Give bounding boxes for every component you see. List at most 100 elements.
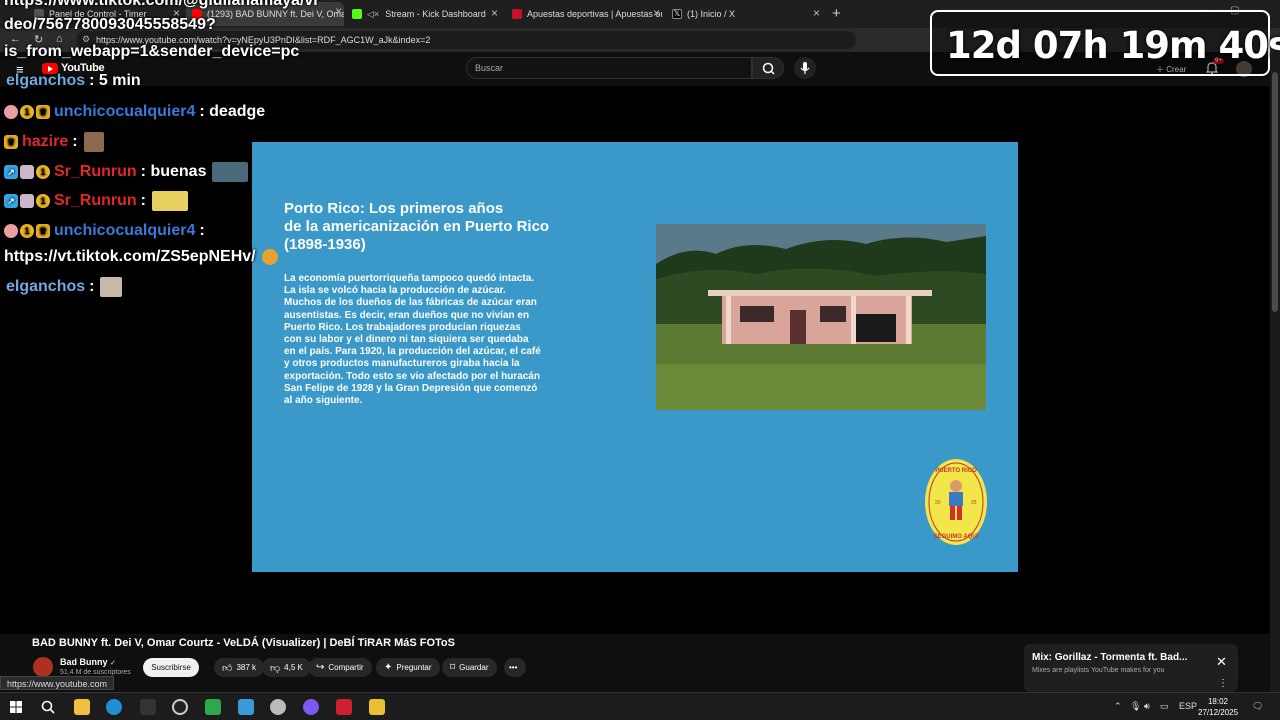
- tab-label: (1) Inicio / X: [687, 9, 736, 19]
- notification-center-icon[interactable]: 🗨︎: [1252, 701, 1263, 712]
- status-bar-url: https://www.youtube.com: [0, 676, 115, 690]
- chevron-up-icon[interactable]: ⌃: [1114, 701, 1122, 712]
- muted-speaker-icon[interactable]: ◁×: [367, 9, 379, 20]
- chat-text: :: [199, 222, 205, 239]
- bookmark-icon: ⌑: [450, 662, 456, 673]
- chat-username: unchicocualquier4: [54, 103, 196, 120]
- gold-badge-icon: 1: [20, 105, 34, 119]
- language-indicator[interactable]: ESP: [1179, 701, 1197, 711]
- share-button[interactable]: ↪ Compartir: [308, 658, 372, 677]
- cat-emote-icon: [83, 132, 104, 152]
- microphone-icon[interactable]: 🎙︎: [1130, 701, 1141, 712]
- gold-badge-icon: 1: [36, 194, 50, 208]
- countdown-timer-text: 12d 07h 19m 40s: [946, 24, 1280, 67]
- arrow-badge-icon: ↗: [4, 194, 18, 208]
- sparkle-icon: ✦: [384, 662, 393, 673]
- stream-chat-overlay: https://www.tiktok.com/@giulianamaya/vi …: [0, 0, 340, 300]
- chat-text: :: [72, 133, 78, 150]
- video-title: BAD BUNNY ft. Dei V, Omar Courtz - VeLDÁ…: [32, 637, 455, 649]
- like-button[interactable]: 👍︎ 387 k: [214, 658, 265, 677]
- scrollbar-thumb[interactable]: [1272, 72, 1278, 312]
- subscriber-badge-icon: [4, 224, 18, 238]
- kick-favicon-icon: [352, 9, 362, 19]
- close-icon[interactable]: ×: [653, 6, 660, 20]
- more-icon: •••: [509, 663, 518, 672]
- app-yellow-icon[interactable]: [369, 699, 385, 715]
- app-blue-icon[interactable]: [238, 699, 254, 715]
- share-label: Compartir: [328, 663, 364, 672]
- more-actions-button[interactable]: •••: [504, 658, 526, 677]
- subscriber-count: 51,4 M de suscriptores: [60, 669, 131, 676]
- new-tab-button[interactable]: +: [832, 5, 841, 22]
- voice-search-button[interactable]: [794, 57, 816, 79]
- windows-start-icon[interactable]: [8, 699, 24, 715]
- crown-badge-icon: ♛: [4, 135, 18, 149]
- channel-avatar[interactable]: [33, 657, 53, 677]
- tab-label: Apuestas deportivas | Apuestas on: [527, 9, 662, 19]
- tab-x[interactable]: 𝕏 (1) Inicio / X ×: [668, 4, 822, 24]
- file-explorer-icon[interactable]: [74, 699, 90, 715]
- close-icon[interactable]: ✕: [1216, 654, 1227, 670]
- obs-icon[interactable]: [172, 699, 188, 715]
- landscape-emote-icon: [212, 162, 249, 182]
- like-count: 387 k: [236, 663, 257, 672]
- close-icon[interactable]: ×: [813, 6, 820, 20]
- seal-top-text: PUERTO RICO: [935, 468, 977, 474]
- face-emote-icon: [100, 277, 123, 297]
- page-scrollbar[interactable]: [1270, 52, 1280, 692]
- app-gray-icon[interactable]: [270, 699, 286, 715]
- chat-text: : deadge: [199, 103, 266, 120]
- dislike-button[interactable]: 👎︎ 4,5 K: [262, 658, 311, 677]
- seal-year-left: 20: [935, 500, 941, 506]
- channel-name-text: Bad Bunny: [60, 657, 108, 667]
- subscriber-badge-icon: [4, 105, 18, 119]
- channel-name[interactable]: Bad Bunny ✓: [60, 657, 116, 667]
- chat-link-text: https://vt.tiktok.com/ZS5epNEHv/: [4, 248, 256, 265]
- network-icon[interactable]: ▭: [1160, 701, 1169, 712]
- tab-apuestas[interactable]: Apuestas deportivas | Apuestas on ×: [508, 4, 662, 24]
- subscribe-button[interactable]: Suscribirse: [143, 658, 199, 677]
- microphone-icon: [800, 62, 810, 74]
- chat-message: https://vt.tiktok.com/ZS5epNEHv/: [4, 246, 278, 268]
- search-input[interactable]: Buscar: [466, 57, 752, 79]
- seal-bottom-text: SEGUIMO AQUÍ: [934, 532, 979, 540]
- dislike-count: 4,5 K: [284, 663, 303, 672]
- clock-date: 27/12/2025: [1198, 708, 1239, 717]
- speaker-icon[interactable]: 🔊︎: [1144, 701, 1150, 712]
- search-icon[interactable]: [40, 699, 56, 715]
- fire-emote-icon: [261, 249, 278, 265]
- edge-browser-icon[interactable]: [106, 699, 122, 715]
- chat-message: 1 ♛ unchicocualquier4 : deadge: [4, 101, 265, 123]
- tab-label: Stream - Kick Dashboard: [385, 9, 486, 19]
- thumbs-down-icon: 👎︎: [270, 662, 281, 674]
- system-clock[interactable]: 18:02 27/12/2025: [1198, 696, 1238, 718]
- house-photo: [656, 224, 986, 410]
- app-purple-icon[interactable]: [303, 699, 319, 715]
- mix-playlist-card[interactable]: Mix: Gorillaz - Tormenta ft. Bad... Mixe…: [1024, 644, 1238, 692]
- more-vertical-icon[interactable]: ⋮: [1218, 678, 1228, 689]
- close-icon[interactable]: ×: [491, 6, 498, 20]
- app-icon[interactable]: [140, 699, 156, 715]
- chat-text: :: [140, 192, 146, 209]
- chat-link-line: https://www.tiktok.com/@giulianamaya/vi: [4, 0, 318, 9]
- chat-username: Sr_Runrun: [54, 163, 137, 180]
- app-green-icon[interactable]: [205, 699, 221, 715]
- verified-icon: ✓: [110, 660, 116, 667]
- video-frame-slide: Porto Rico: Los primeros años de la amer…: [252, 142, 1018, 572]
- crown-badge-icon: ♛: [36, 105, 50, 119]
- tab-kick[interactable]: ◁× Stream - Kick Dashboard ×: [348, 4, 500, 24]
- ask-button[interactable]: ✦ Preguntar: [376, 658, 440, 677]
- chat-message: elganchos :: [4, 276, 123, 298]
- save-label: Guardar: [459, 663, 489, 672]
- app-red-icon[interactable]: [336, 699, 352, 715]
- thumbs-up-icon: 👍︎: [222, 662, 233, 674]
- chat-username: unchicocualquier4: [54, 222, 196, 239]
- save-button[interactable]: ⌑ Guardar: [442, 658, 497, 677]
- crown-badge-icon: ♛: [36, 224, 50, 238]
- share-icon: ↪: [316, 662, 325, 673]
- arrow-badge-icon: ↗: [4, 165, 18, 179]
- search-button[interactable]: [752, 57, 784, 79]
- chat-username: elganchos: [6, 72, 86, 89]
- mix-title: Mix: Gorillaz - Tormenta ft. Bad...: [1032, 652, 1188, 663]
- chat-link-line: is_from_webapp=1&sender_device=pc: [4, 43, 300, 60]
